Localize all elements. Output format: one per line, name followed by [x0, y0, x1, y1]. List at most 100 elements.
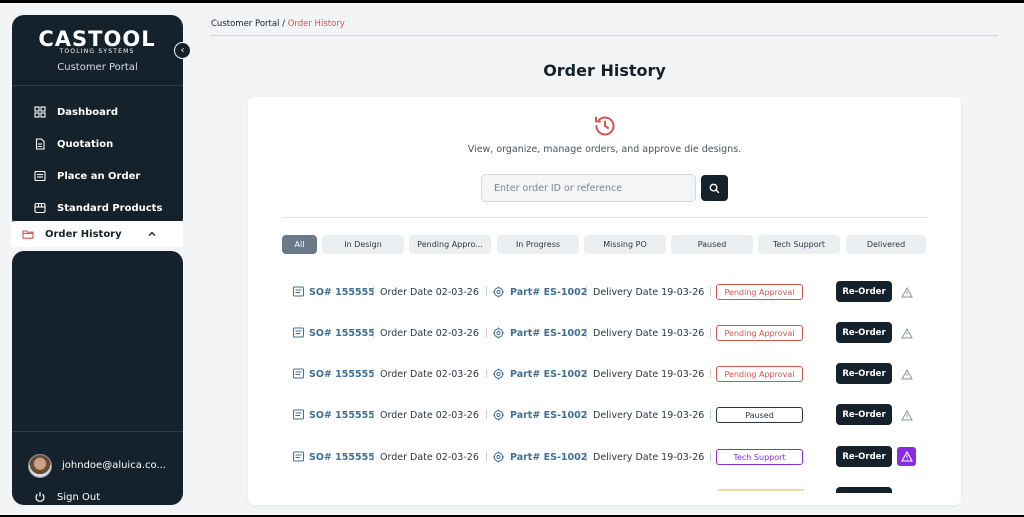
- chevron-up-icon: [148, 231, 156, 236]
- re-order-button-partial[interactable]: [836, 487, 892, 493]
- row-separator: |: [585, 328, 589, 338]
- delivery-date: Delivery Date 19-03-26: [593, 409, 705, 421]
- order-so-link[interactable]: SO# 155555: [309, 404, 375, 426]
- filter-tab-all[interactable]: All: [282, 235, 317, 254]
- sidebar: CASTOOL TOOLING SYSTEMS Customer Portal …: [12, 15, 183, 505]
- search-input[interactable]: [481, 174, 696, 202]
- row-separator: |: [709, 328, 713, 338]
- search-button[interactable]: [701, 175, 728, 201]
- history-icon: [595, 116, 615, 136]
- warning-icon[interactable]: [900, 408, 914, 422]
- filter-tab-paused[interactable]: Paused: [671, 235, 753, 254]
- part-icon: [493, 368, 504, 380]
- sidebar-item-quotation[interactable]: Quotation: [12, 131, 183, 157]
- order-so-link[interactable]: SO# 155555: [309, 281, 375, 303]
- collapse-sidebar-button[interactable]: ‹: [174, 42, 191, 59]
- row-separator: |: [372, 410, 376, 420]
- order-date: Order Date 02-03-26: [380, 327, 479, 339]
- delivery-date: Delivery Date 19-03-26: [593, 327, 705, 339]
- warning-icon[interactable]: [900, 285, 914, 299]
- breadcrumb-root[interactable]: Customer Portal: [211, 19, 279, 29]
- box-icon: [34, 202, 46, 214]
- power-icon: [35, 492, 45, 502]
- sidebar-item-standard-products[interactable]: Standard Products: [12, 195, 183, 221]
- row-separator: |: [485, 328, 489, 338]
- warning-icon[interactable]: [900, 326, 914, 340]
- sign-out-button[interactable]: Sign Out: [34, 491, 100, 503]
- delivery-date: Delivery Date 19-03-26: [593, 451, 705, 463]
- avatar[interactable]: [28, 454, 52, 478]
- list-icon: [34, 170, 46, 182]
- row-separator: |: [372, 287, 376, 297]
- row-separator: |: [585, 410, 589, 420]
- filter-tab-missing-po[interactable]: Missing PO: [584, 235, 666, 254]
- sidebar-divider: [12, 85, 183, 86]
- card-divider: [282, 217, 928, 218]
- re-order-button[interactable]: Re-Order: [836, 281, 892, 302]
- delivery-date: Delivery Date 19-03-26: [593, 368, 705, 380]
- sidebar-item-place-order[interactable]: Place an Order: [12, 163, 183, 189]
- folder-icon: [22, 230, 34, 239]
- sidebar-item-label: Dashboard: [57, 106, 118, 118]
- warning-icon[interactable]: [897, 447, 916, 466]
- search-icon: [709, 183, 720, 193]
- re-order-button[interactable]: Re-Order: [836, 446, 892, 467]
- receipt-icon: [293, 409, 304, 420]
- receipt-icon: [293, 327, 304, 338]
- warning-icon[interactable]: [900, 367, 914, 381]
- portal-title: Customer Portal: [57, 62, 138, 73]
- filter-tab-tech-support[interactable]: Tech Support: [758, 235, 840, 254]
- order-so-link[interactable]: SO# 155555: [309, 446, 375, 468]
- sidebar-bottom-panel: johndoe@aluica.co... Sign Out: [12, 251, 183, 505]
- receipt-icon: [293, 451, 304, 462]
- re-order-button[interactable]: Re-Order: [836, 322, 892, 343]
- sidebar-item-label: Place an Order: [57, 170, 141, 182]
- filter-tab-in-progress[interactable]: In Progress: [497, 235, 579, 254]
- row-separator: |: [585, 452, 589, 462]
- castool-logo: CASTOOL TOOLING SYSTEMS: [38, 27, 156, 56]
- row-separator: |: [585, 287, 589, 297]
- order-so-link[interactable]: SO# 155555: [309, 322, 375, 344]
- row-separator: |: [372, 328, 376, 338]
- order-so-link[interactable]: SO# 155555: [309, 363, 375, 385]
- filter-tab-pending-approval[interactable]: Pending Appro...: [409, 235, 491, 254]
- status-badge: Paused: [716, 407, 803, 423]
- re-order-button[interactable]: Re-Order: [836, 363, 892, 384]
- row-separator: |: [709, 287, 713, 297]
- order-part-link[interactable]: Part# ES-1002: [510, 446, 587, 468]
- order-part-link[interactable]: Part# ES-1002: [510, 404, 587, 426]
- row-separator: |: [709, 452, 713, 462]
- order-part-link[interactable]: Part# ES-1002: [510, 281, 587, 303]
- sidebar-item-order-history[interactable]: Order History: [11, 221, 183, 247]
- row-separator: |: [709, 369, 713, 379]
- sidebar-item-label: Standard Products: [57, 202, 163, 214]
- row-separator: |: [485, 410, 489, 420]
- status-badge: Pending Approval: [716, 284, 803, 300]
- status-badge: Pending Approval: [716, 325, 803, 341]
- row-separator: |: [485, 452, 489, 462]
- order-date: Order Date 02-03-26: [380, 286, 479, 298]
- row-separator: |: [372, 369, 376, 379]
- part-icon: [493, 327, 504, 339]
- order-date: Order Date 02-03-26: [380, 409, 479, 421]
- order-part-link[interactable]: Part# ES-1002: [510, 363, 587, 385]
- row-separator: |: [709, 410, 713, 420]
- order-date: Order Date 02-03-26: [380, 451, 479, 463]
- filter-tab-in-design[interactable]: In Design: [322, 235, 404, 254]
- order-part-link[interactable]: Part# ES-1002: [510, 322, 587, 344]
- breadcrumb-current: Order History: [287, 19, 345, 29]
- status-badge: Pending Approval: [716, 366, 803, 382]
- user-email[interactable]: johndoe@aluica.co...: [62, 460, 166, 471]
- sidebar-item-dashboard[interactable]: Dashboard: [12, 99, 183, 125]
- receipt-icon: [293, 286, 304, 297]
- sidebar-divider: [12, 431, 183, 432]
- breadcrumb-divider: [211, 35, 998, 36]
- filter-tab-delivered[interactable]: Delivered: [846, 235, 926, 254]
- page-title: Order History: [543, 61, 666, 80]
- order-row: SO# 155555 | Order Date 02-03-26 | Part#…: [293, 322, 923, 344]
- document-icon: [35, 138, 45, 150]
- order-row: SO# 155555 | Order Date 02-03-26 | Part#…: [293, 404, 923, 426]
- status-badge: Tech Support: [716, 449, 803, 465]
- chevron-left-icon: ‹: [180, 44, 185, 56]
- re-order-button[interactable]: Re-Order: [836, 404, 892, 425]
